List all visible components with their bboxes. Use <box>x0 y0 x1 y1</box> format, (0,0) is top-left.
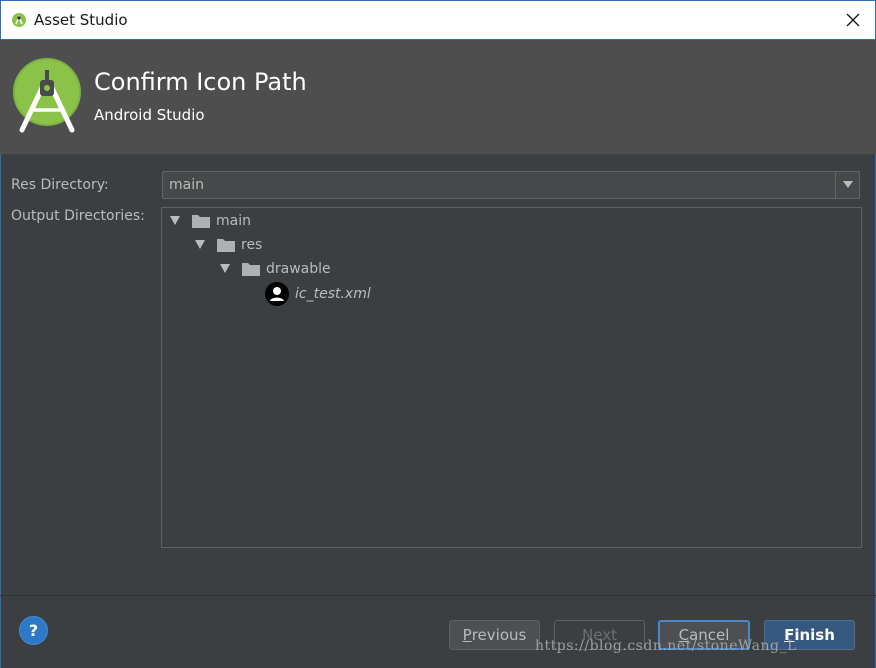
window-titlebar: Asset Studio <box>0 0 876 40</box>
account-circle-icon <box>265 282 289 306</box>
page-title: Confirm Icon Path <box>94 68 307 96</box>
res-directory-label: Res Directory: <box>11 177 109 193</box>
tree-node-label: res <box>241 237 263 253</box>
tree-node-res[interactable]: res <box>193 234 262 256</box>
previous-button[interactable]: Previous <box>449 620 540 650</box>
expand-arrow-icon[interactable] <box>193 239 207 252</box>
previous-mnemonic: P <box>462 626 472 644</box>
footer-divider <box>0 595 876 596</box>
help-button[interactable]: ? <box>19 616 48 645</box>
folder-icon <box>217 238 235 252</box>
tree-node-drawable[interactable]: drawable <box>218 258 331 280</box>
dropdown-arrow-icon[interactable] <box>835 172 859 198</box>
tree-node-label: drawable <box>266 261 331 277</box>
cancel-mnemonic: C <box>678 626 690 644</box>
tree-node-ic-test-xml[interactable]: ic_test.xml <box>265 281 371 307</box>
window-title: Asset Studio <box>34 11 128 29</box>
folder-icon <box>242 262 260 276</box>
android-icon <box>11 12 27 28</box>
finish-mnemonic: F <box>784 626 795 644</box>
res-directory-select[interactable]: main <box>162 171 860 199</box>
next-label: Next <box>582 626 617 644</box>
output-directories-label: Output Directories: <box>11 208 145 224</box>
next-button[interactable]: Next <box>554 620 645 650</box>
help-icon: ? <box>28 621 39 640</box>
android-studio-logo <box>12 58 82 136</box>
expand-arrow-icon[interactable] <box>168 215 182 228</box>
output-directories-tree[interactable]: main res drawable ic_test.xml <box>161 207 862 548</box>
cancel-label: ancel <box>689 626 730 644</box>
cancel-button[interactable]: Cancel <box>658 620 750 650</box>
tree-node-label: ic_test.xml <box>295 286 371 302</box>
tree-node-label: main <box>216 213 251 229</box>
tree-node-main[interactable]: main <box>168 210 251 232</box>
res-directory-value: main <box>169 177 204 193</box>
expand-arrow-icon[interactable] <box>218 263 232 276</box>
close-icon[interactable] <box>845 12 861 28</box>
previous-label: revious <box>471 626 527 644</box>
folder-icon <box>192 214 210 228</box>
wizard-header: Confirm Icon Path Android Studio <box>0 40 876 154</box>
page-subtitle: Android Studio <box>94 106 205 124</box>
finish-button[interactable]: Finish <box>764 620 855 650</box>
finish-label: inish <box>794 626 835 644</box>
